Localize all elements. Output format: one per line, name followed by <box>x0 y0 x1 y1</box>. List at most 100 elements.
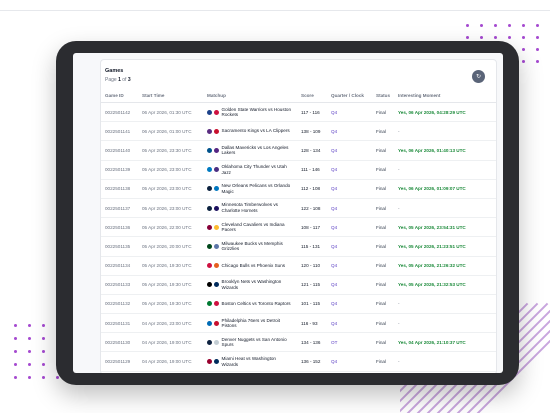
interesting-moment: Yes, 06 Apr 2026, 01:09:07 UTC <box>394 179 496 199</box>
quarter-clock: Q4 <box>327 256 372 276</box>
table-row[interactable]: 0022501129 04 Apr 2026, 19:00 UTC Miami He… <box>101 351 496 372</box>
away-team-logo-icon <box>213 167 219 173</box>
matchup: Denver Nuggets vs San Antonio Spurs <box>221 336 287 348</box>
game-id: 0022501132 <box>101 294 138 315</box>
column-header[interactable]: Interesting Moment <box>394 88 496 103</box>
interesting-moment: - <box>394 121 496 142</box>
status: Final <box>372 140 394 161</box>
game-id: 0022501131 <box>101 313 138 334</box>
quarter-clock: Q4 <box>327 198 372 219</box>
interesting-moment: Yes, 06 Apr 2026, 04:28:29 UTC <box>394 102 496 123</box>
home-team-logo-icon <box>207 167 212 173</box>
quarter-clock: Q4 <box>327 217 372 238</box>
matchup-cell: Philadelphia 76ers vs Detroit Pistons <box>203 313 297 334</box>
interesting-moment: Yes, 05 Apr 2026, 21:26:32 UTC <box>394 256 496 276</box>
table-row[interactable]: 0022501130 04 Apr 2026, 19:00 UTC Denver N… <box>101 332 496 353</box>
decor-dot <box>42 363 45 366</box>
decor-dot <box>14 363 17 366</box>
matchup: Miami Heat vs Washington Wizards <box>221 355 276 367</box>
away-team-logo-icon <box>213 205 219 211</box>
table-row[interactable]: 0022501136 05 Apr 2026, 22:00 UTC Clevelan… <box>101 217 496 238</box>
table-row[interactable]: 0022501140 05 Apr 2026, 23:30 UTC Dallas M… <box>101 140 496 161</box>
status: Final <box>372 198 394 219</box>
interesting-moment: Yes, 06 Apr 2026, 01:40:13 UTC <box>394 140 496 161</box>
column-header[interactable]: Game ID <box>101 88 138 103</box>
tablet-screen: Games Page 1 of 3 ↻ Game ID Start Time M… <box>73 53 503 373</box>
matchup-cell: New Orleans Pelicans vs Orlando Magic <box>203 179 297 199</box>
away-team-logo-icon <box>213 282 219 288</box>
decor-dot <box>508 36 511 39</box>
interesting-moment: Yes, 05 Apr 2026, 23:54:31 UTC <box>394 217 496 238</box>
away-team-logo-icon <box>213 243 219 249</box>
matchup: Minnesota Timberwolves vs Charlotte Horn… <box>221 202 278 214</box>
matchup-cell: Oklahoma City Thunder vs Utah Jazz <box>203 160 297 180</box>
decor-dot <box>536 36 539 39</box>
score: 128 - 134 <box>297 140 327 161</box>
start-time: 05 Apr 2026, 22:00 UTC <box>138 217 203 238</box>
score: 134 - 136 <box>297 332 327 353</box>
table-row[interactable]: 0022501142 06 Apr 2026, 01:30 UTC Golden S… <box>101 102 496 123</box>
table-row[interactable]: 0022501134 05 Apr 2026, 19:30 UTC Chicago … <box>101 256 496 276</box>
decor-dot <box>14 324 17 327</box>
score: 115 - 131 <box>297 236 327 257</box>
start-time: 05 Apr 2026, 23:00 UTC <box>138 160 203 180</box>
matchup-cell: Milwaukee Bucks vs Memphis Grizzlies <box>203 236 297 257</box>
matchup: Golden State Warriors vs Houston Rockets <box>221 106 292 118</box>
status: Final <box>372 256 394 276</box>
game-id: 0022501137 <box>101 198 138 219</box>
score: 122 - 108 <box>297 198 327 219</box>
status: Final <box>372 121 394 142</box>
home-team-logo-icon <box>207 282 212 288</box>
start-time: 04 Apr 2026, 19:00 UTC <box>138 332 203 353</box>
status: Final <box>372 217 394 238</box>
home-team-logo-icon <box>207 359 212 365</box>
game-id: 0022501140 <box>101 140 138 161</box>
matchup-cell: Denver Nuggets vs San Antonio Spurs <box>203 332 297 353</box>
score: 112 - 108 <box>297 179 327 199</box>
decor-dot <box>42 324 45 327</box>
decor-dot <box>28 376 31 379</box>
matchup-cell: Minnesota Timberwolves vs Charlotte Horn… <box>203 198 297 219</box>
table-row[interactable]: 0022501135 05 Apr 2026, 20:00 UTC Milwauke… <box>101 236 496 257</box>
decor-dot <box>536 60 539 63</box>
table-row[interactable]: 0022501141 06 Apr 2026, 01:00 UTC Sacramen… <box>101 121 496 142</box>
decor-dot <box>56 376 59 379</box>
start-time: 05 Apr 2026, 23:30 UTC <box>138 140 203 161</box>
quarter-clock: OT <box>327 332 372 353</box>
score: 116 - 93 <box>297 313 327 334</box>
decor-dot <box>508 24 511 27</box>
interesting-moment: Yes, 05 Apr 2026, 21:23:51 UTC <box>394 236 496 257</box>
table-row[interactable]: 0022501139 05 Apr 2026, 23:00 UTC Oklahoma… <box>101 160 496 180</box>
interesting-moment: - <box>394 294 496 315</box>
column-header[interactable]: Start Time <box>138 88 203 103</box>
matchup-cell: Dallas Mavericks vs Los Angeles Lakers <box>203 140 297 161</box>
top-divider <box>0 10 550 11</box>
quarter-clock: Q4 <box>327 160 372 180</box>
start-time: 05 Apr 2026, 19:30 UTC <box>138 256 203 276</box>
quarter-clock: Q4 <box>327 102 372 123</box>
table-row[interactable]: 0022501133 05 Apr 2026, 19:30 UTC Brooklyn… <box>101 275 496 295</box>
column-header[interactable]: Score <box>297 88 327 103</box>
column-header[interactable]: Matchup <box>203 88 297 103</box>
table-row[interactable]: 0022501132 05 Apr 2026, 19:30 UTC Boston C… <box>101 294 496 315</box>
decor-dot <box>522 36 525 39</box>
home-team-logo-icon <box>207 147 212 153</box>
table-row[interactable]: 0022501138 05 Apr 2026, 23:00 UTC New Orle… <box>101 179 496 199</box>
decor-dot <box>42 337 45 340</box>
refresh-button[interactable]: ↻ <box>472 70 485 83</box>
decor-dot <box>28 363 31 366</box>
matchup: Sacramento Kings vs LA Clippers <box>221 128 290 134</box>
page-of: of <box>122 77 127 83</box>
home-team-logo-icon <box>207 301 212 307</box>
decor-dot <box>536 48 539 51</box>
matchup: Chicago Bulls vs Phoenix Suns <box>221 262 286 268</box>
games-table: Game ID Start Time Matchup Score Quarter… <box>101 88 496 372</box>
away-team-logo-icon <box>213 263 219 269</box>
column-header[interactable]: Status <box>372 88 394 103</box>
column-header[interactable]: Quarter / Clock <box>327 88 372 103</box>
quarter-clock: Q4 <box>327 313 372 334</box>
table-row[interactable]: 0022501131 04 Apr 2026, 23:00 UTC Philadel… <box>101 313 496 334</box>
score: 108 - 117 <box>297 217 327 238</box>
table-row[interactable]: 0022501137 05 Apr 2026, 23:00 UTC Minnesot… <box>101 198 496 219</box>
interesting-moment: Yes, 05 Apr 2026, 21:32:53 UTC <box>394 275 496 295</box>
